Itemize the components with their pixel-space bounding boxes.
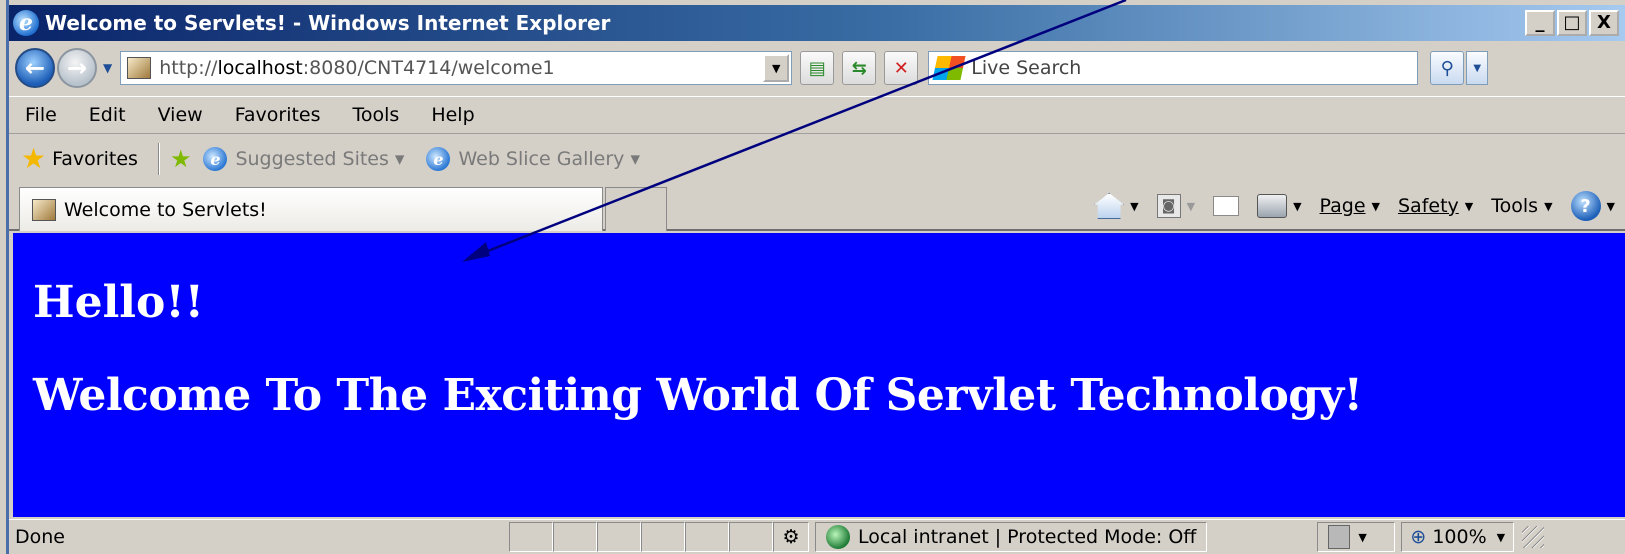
- page-favicon-icon: [127, 57, 152, 79]
- forward-arrow-icon: →: [66, 54, 88, 82]
- status-panel: [641, 522, 685, 552]
- addon-status-icon[interactable]: ⚙: [773, 522, 809, 552]
- safety-menu-label: Safety: [1398, 195, 1459, 217]
- status-panel: [729, 522, 773, 552]
- url-prefix: http://: [159, 57, 218, 79]
- back-arrow-icon: ←: [24, 54, 46, 82]
- search-box[interactable]: Live Search: [928, 51, 1419, 85]
- tab-welcome-to-servlets[interactable]: Welcome to Servlets!: [19, 187, 603, 231]
- compatibility-view-button[interactable]: ▤: [800, 51, 835, 85]
- status-panel: [685, 522, 729, 552]
- mail-icon: [1213, 196, 1240, 216]
- stop-button[interactable]: ✕: [884, 51, 919, 85]
- intranet-globe-icon: [826, 525, 850, 549]
- feeds-button[interactable]: ◙ ▼: [1156, 194, 1195, 218]
- zoom-icon: ⊕: [1410, 526, 1427, 548]
- maximize-button[interactable]: □: [1557, 10, 1587, 36]
- url-rest: :8080/CNT4714/welcome1: [302, 57, 555, 79]
- address-dropdown-button[interactable]: ▼: [763, 54, 790, 82]
- lock-icon: [1328, 525, 1351, 549]
- search-icon: ⚲: [1440, 57, 1454, 79]
- title-bar: e Welcome to Servlets! - Windows Interne…: [9, 5, 1625, 41]
- menu-file[interactable]: File: [25, 104, 57, 126]
- menu-tools[interactable]: Tools: [353, 104, 400, 126]
- menu-view[interactable]: View: [158, 104, 203, 126]
- page-menu-label: Page: [1319, 195, 1366, 217]
- status-bar: Done ⚙ Local intranet | Protected Mode: …: [9, 519, 1625, 554]
- help-button[interactable]: ? ▼: [1570, 191, 1615, 221]
- menu-favorites[interactable]: Favorites: [235, 104, 321, 126]
- favorites-star-icon: ★: [21, 142, 47, 175]
- menu-edit[interactable]: Edit: [89, 104, 126, 126]
- favorites-bar: ★ Favorites ★ e Suggested Sites ▾ e Web …: [9, 138, 1625, 180]
- live-search-logo-icon: [932, 56, 966, 80]
- page-menu[interactable]: Page ▼: [1320, 195, 1380, 217]
- internet-explorer-icon: e: [13, 10, 39, 36]
- window-controls: _ □ X: [1525, 10, 1619, 36]
- command-bar: ▼ ◙ ▼ ▼ Page ▼ Safety ▼ Tools ▼ ? ▼: [1076, 191, 1615, 221]
- web-slice-gallery-link[interactable]: Web Slice Gallery ▾: [458, 148, 640, 170]
- close-button[interactable]: X: [1589, 10, 1619, 36]
- refresh-button[interactable]: ⇆: [842, 51, 877, 85]
- recent-pages-dropdown[interactable]: ▼: [103, 61, 112, 75]
- page-favicon-icon: [32, 198, 56, 221]
- safety-menu[interactable]: Safety ▼: [1398, 195, 1473, 217]
- welcome-heading: Welcome To The Exciting World Of Servlet…: [33, 370, 1363, 421]
- privacy-button[interactable]: ▼: [1317, 522, 1396, 552]
- status-panel: [509, 522, 553, 552]
- forward-button[interactable]: →: [57, 48, 97, 88]
- web-slice-gallery-label: Web Slice Gallery: [458, 148, 625, 170]
- hello-heading: Hello!!: [33, 277, 204, 328]
- menu-bar: File Edit View Favorites Tools Help: [9, 96, 1625, 134]
- browser-window: e Welcome to Servlets! - Windows Interne…: [6, 0, 1625, 554]
- minimize-button[interactable]: _: [1525, 10, 1555, 36]
- search-button[interactable]: ⚲: [1430, 51, 1465, 85]
- navigation-bar: ← → ▼ http://localhost:8080/CNT4714/welc…: [9, 45, 1625, 91]
- ie-page-icon: e: [203, 147, 228, 171]
- security-zone[interactable]: Local intranet | Protected Mode: Off: [815, 522, 1208, 552]
- print-button[interactable]: ▼: [1257, 194, 1302, 218]
- zoom-control[interactable]: ⊕ 100% ▼: [1401, 522, 1515, 552]
- zoom-dropdown[interactable]: ▼: [1497, 531, 1505, 544]
- zoom-level: 100%: [1432, 526, 1487, 548]
- address-url[interactable]: http://localhost:8080/CNT4714/welcome1: [159, 57, 554, 79]
- suggested-sites-link[interactable]: Suggested Sites ▾: [235, 148, 404, 170]
- back-button[interactable]: ←: [15, 48, 55, 88]
- status-panel: [597, 522, 641, 552]
- read-mail-button[interactable]: [1213, 196, 1240, 216]
- suggested-sites-label: Suggested Sites: [235, 148, 389, 170]
- add-to-favorites-bar-icon[interactable]: ★: [170, 145, 192, 173]
- ie-page-icon: e: [426, 147, 451, 171]
- search-placeholder: Live Search: [971, 57, 1082, 79]
- search-options-dropdown[interactable]: ▼: [1466, 51, 1489, 85]
- printer-icon: [1257, 194, 1288, 218]
- menu-help[interactable]: Help: [431, 104, 474, 126]
- stop-icon: ✕: [893, 57, 909, 79]
- status-text: Done: [15, 526, 65, 548]
- resize-grip[interactable]: [1522, 526, 1545, 548]
- home-button[interactable]: ▼: [1094, 193, 1139, 219]
- url-host: localhost: [217, 57, 303, 79]
- zone-label: Local intranet | Protected Mode: Off: [858, 526, 1197, 548]
- status-panel: [553, 522, 597, 552]
- new-tab-button[interactable]: [605, 187, 667, 231]
- home-icon: [1094, 193, 1125, 219]
- tools-menu[interactable]: Tools ▼: [1491, 195, 1552, 217]
- tools-menu-label: Tools: [1491, 195, 1539, 217]
- refresh-icon: ⇆: [851, 57, 867, 79]
- address-bar[interactable]: http://localhost:8080/CNT4714/welcome1 ▼: [120, 51, 793, 85]
- window-title: Welcome to Servlets! - Windows Internet …: [45, 11, 611, 35]
- tab-bar: Welcome to Servlets! ▼ ◙ ▼ ▼ Page ▼ Safety…: [9, 183, 1625, 231]
- rss-feed-icon: ◙: [1156, 194, 1181, 218]
- help-icon: ?: [1570, 191, 1601, 221]
- page-content: Hello!! Welcome To The Exciting World Of…: [13, 233, 1625, 517]
- favorites-button[interactable]: Favorites: [52, 148, 138, 170]
- tab-title: Welcome to Servlets!: [64, 198, 267, 221]
- favorites-separator: [157, 143, 160, 175]
